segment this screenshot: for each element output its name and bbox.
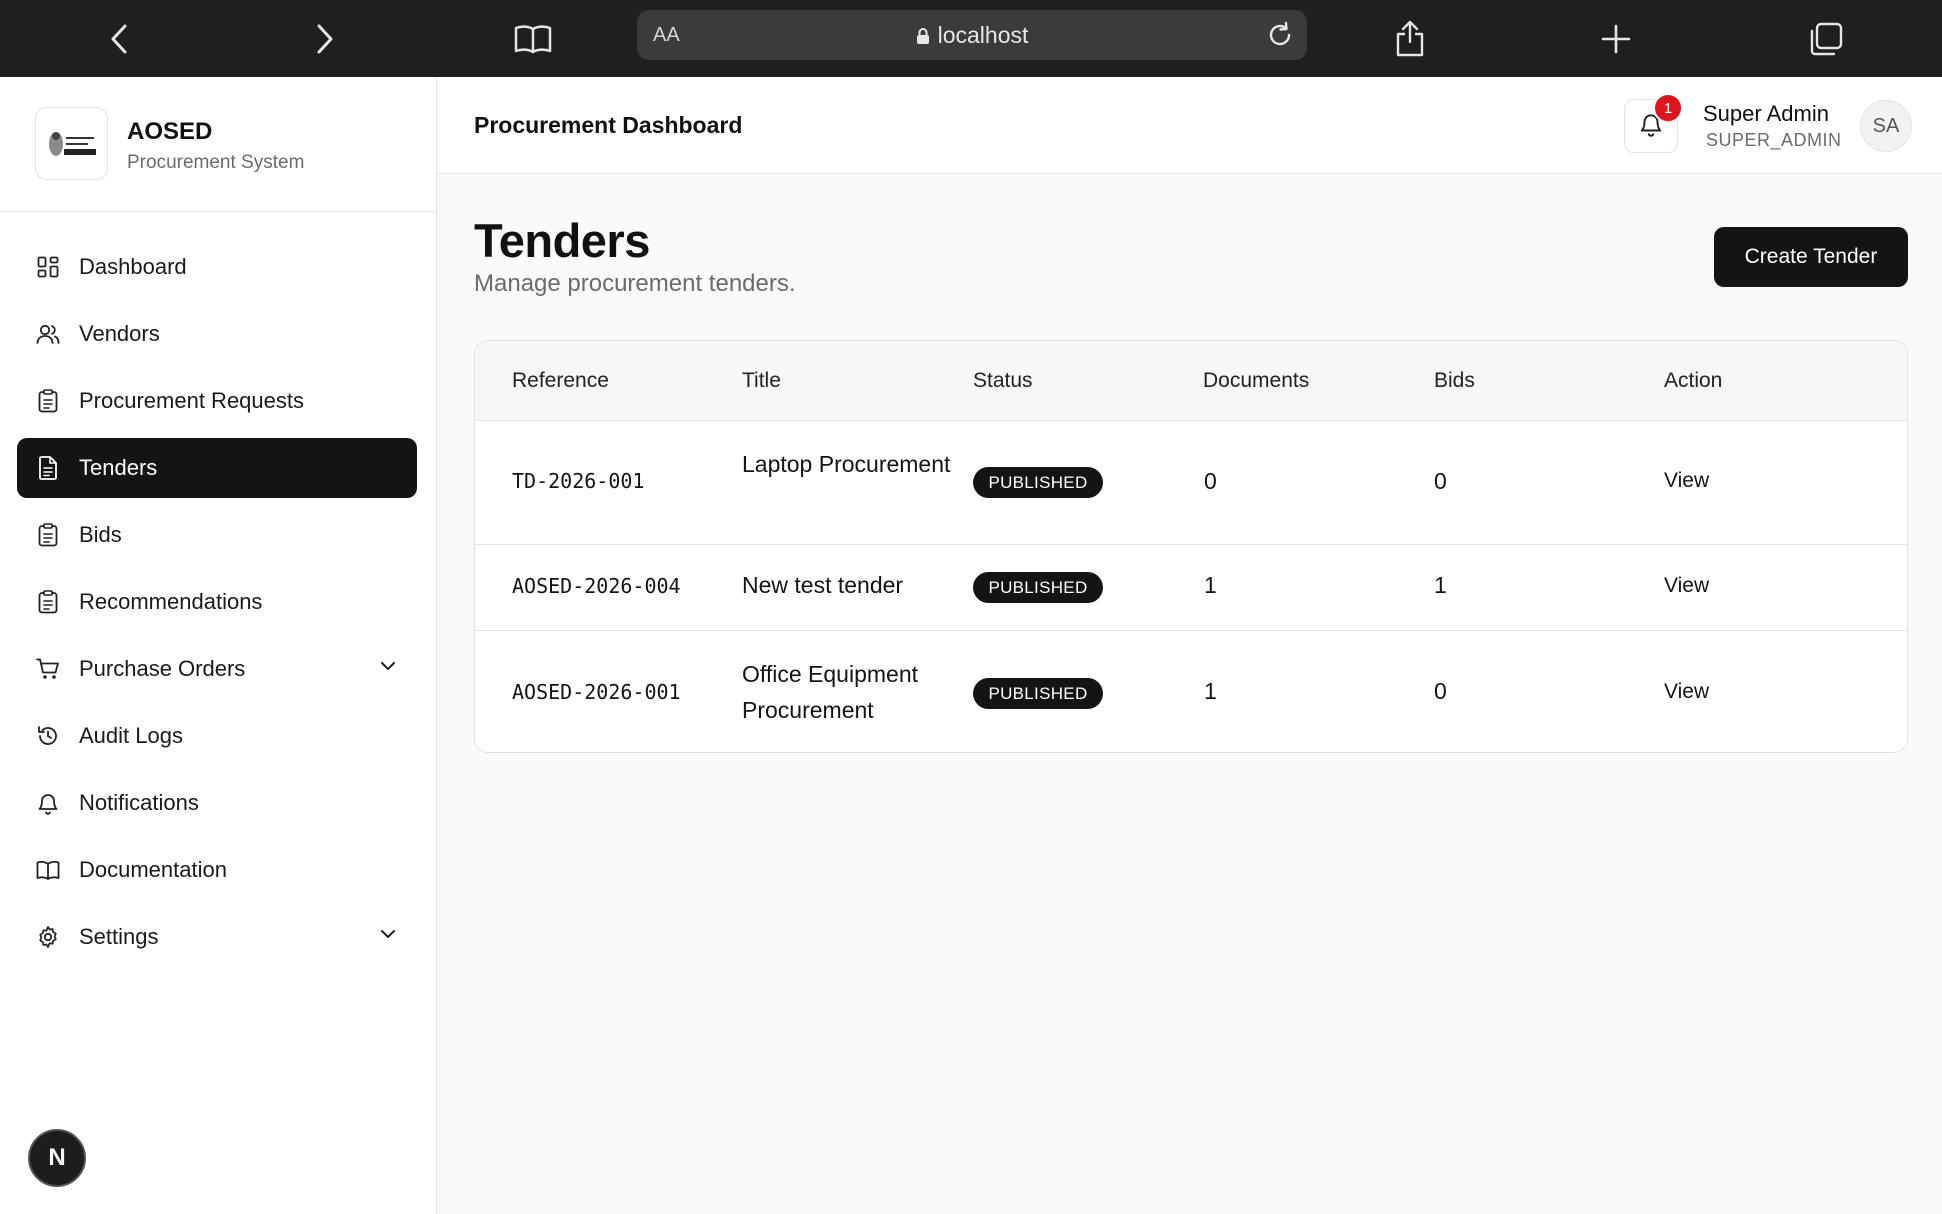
- title-cell: New test tender: [742, 572, 904, 598]
- table-row: AOSED-2026-004 New test tender PUBLISHED…: [475, 545, 1907, 631]
- sidebar-item-bids[interactable]: Bids: [17, 505, 417, 565]
- sidebar-item-procurement-requests[interactable]: Procurement Requests: [17, 371, 417, 431]
- column-header-status: Status: [973, 369, 1033, 392]
- user-role: SUPER_ADMIN: [1706, 130, 1842, 150]
- documents-cell: 0: [1204, 468, 1217, 494]
- create-tender-button[interactable]: Create Tender: [1714, 227, 1908, 287]
- sidebar-item-notifications[interactable]: Notifications: [17, 773, 417, 833]
- history-icon: [35, 723, 61, 749]
- brand-name: AOSED: [127, 118, 213, 145]
- documents-cell: 1: [1204, 678, 1217, 704]
- section-subheading: Manage procurement tenders.: [474, 270, 796, 297]
- table-header: Reference Title Status Documents Bids Ac…: [475, 341, 1907, 421]
- sidebar-item-label: Procurement Requests: [79, 388, 304, 413]
- forward-icon[interactable]: [300, 14, 350, 64]
- status-badge: PUBLISHED: [973, 467, 1103, 498]
- back-icon[interactable]: [94, 14, 144, 64]
- users-icon: [35, 321, 61, 347]
- sidebar-item-label: Dashboard: [79, 254, 187, 279]
- documents-cell: 1: [1204, 572, 1217, 598]
- tenders-table: Reference Title Status Documents Bids Ac…: [474, 340, 1908, 753]
- sidebar-item-label: Settings: [79, 924, 159, 949]
- book-icon: [35, 857, 61, 883]
- title-cell: Office Equipment Procurement: [742, 661, 919, 723]
- sidebar-item-settings[interactable]: Settings: [17, 907, 417, 967]
- status-badge: PUBLISHED: [973, 678, 1103, 709]
- aosed-logo: [35, 107, 108, 180]
- cart-icon: [35, 656, 61, 682]
- sidebar-item-label: Documentation: [79, 857, 227, 882]
- lock-icon: [916, 24, 930, 51]
- sidebar: AOSED Procurement System Dashboard Vendo…: [0, 77, 437, 1214]
- brand-header: AOSED Procurement System: [0, 77, 436, 212]
- bids-cell: 1: [1434, 572, 1447, 598]
- gear-icon: [35, 924, 61, 950]
- sidebar-item-label: Tenders: [79, 455, 158, 480]
- table-row: AOSED-2026-001 Office Equipment Procurem…: [475, 631, 1907, 752]
- sidebar-item-tenders[interactable]: Tenders: [17, 438, 417, 498]
- view-link[interactable]: View: [1664, 680, 1709, 704]
- sidebar-item-label: Audit Logs: [79, 723, 183, 748]
- top-header: Procurement Dashboard 1 Super Admin SUPE…: [437, 77, 1942, 174]
- tabs-overview-icon[interactable]: [1801, 14, 1851, 64]
- new-tab-icon[interactable]: [1591, 14, 1641, 64]
- brand-subtitle: Procurement System: [127, 152, 305, 173]
- bell-icon: [35, 790, 61, 816]
- column-header-bids: Bids: [1434, 369, 1475, 392]
- reference-cell: AOSED-2026-001: [512, 680, 681, 704]
- status-badge: PUBLISHED: [973, 572, 1103, 603]
- sidebar-item-label: Recommendations: [79, 589, 263, 614]
- reload-icon[interactable]: [1265, 20, 1295, 55]
- sidebar-item-dashboard[interactable]: Dashboard: [17, 237, 417, 297]
- sidebar-nav: Dashboard Vendors Procurement Requests T…: [17, 237, 417, 974]
- sidebar-item-label: Purchase Orders: [79, 656, 246, 681]
- share-icon[interactable]: [1385, 14, 1435, 64]
- document-icon: [35, 455, 61, 481]
- avatar[interactable]: SA: [1860, 100, 1912, 152]
- view-link[interactable]: View: [1664, 574, 1709, 598]
- chevron-down-icon[interactable]: [379, 659, 397, 677]
- sidebar-item-recommendations[interactable]: Recommendations: [17, 572, 417, 632]
- reference-cell: AOSED-2026-004: [512, 574, 681, 598]
- column-header-action: Action: [1664, 369, 1723, 392]
- view-link[interactable]: View: [1664, 469, 1709, 493]
- chevron-down-icon[interactable]: [379, 927, 397, 945]
- column-header-documents: Documents: [1203, 369, 1310, 392]
- sidebar-item-purchase-orders[interactable]: Purchase Orders: [17, 639, 417, 699]
- column-header-title: Title: [742, 369, 781, 392]
- grid-icon: [35, 254, 61, 280]
- sidebar-item-audit-logs[interactable]: Audit Logs: [17, 706, 417, 766]
- clipboard-icon: [35, 388, 61, 414]
- user-name: Super Admin: [1703, 101, 1829, 126]
- sidebar-item-label: Notifications: [79, 790, 199, 815]
- sidebar-item-label: Vendors: [79, 321, 160, 346]
- bids-cell: 0: [1434, 678, 1447, 704]
- table-row: TD-2026-001 Laptop Procurement PUBLISHED…: [475, 421, 1907, 545]
- column-header-reference: Reference: [512, 369, 609, 392]
- section-heading: Tenders: [474, 214, 650, 267]
- sidebar-item-vendors[interactable]: Vendors: [17, 304, 417, 364]
- dev-tools-badge[interactable]: N: [28, 1129, 86, 1187]
- clipboard-icon: [35, 522, 61, 548]
- address-bar[interactable]: AA localhost: [637, 10, 1307, 60]
- url-text: localhost: [937, 22, 1029, 48]
- bookmarks-icon[interactable]: [508, 14, 558, 64]
- browser-toolbar: AA localhost: [0, 0, 1942, 77]
- bids-cell: 0: [1434, 468, 1447, 494]
- sidebar-item-documentation[interactable]: Documentation: [17, 840, 417, 900]
- notification-count-badge: 1: [1653, 93, 1683, 123]
- sidebar-item-label: Bids: [79, 522, 122, 547]
- page-title: Procurement Dashboard: [474, 112, 743, 138]
- reference-cell: TD-2026-001: [512, 469, 645, 493]
- clipboard-icon: [35, 589, 61, 615]
- title-cell: Laptop Procurement: [742, 451, 951, 477]
